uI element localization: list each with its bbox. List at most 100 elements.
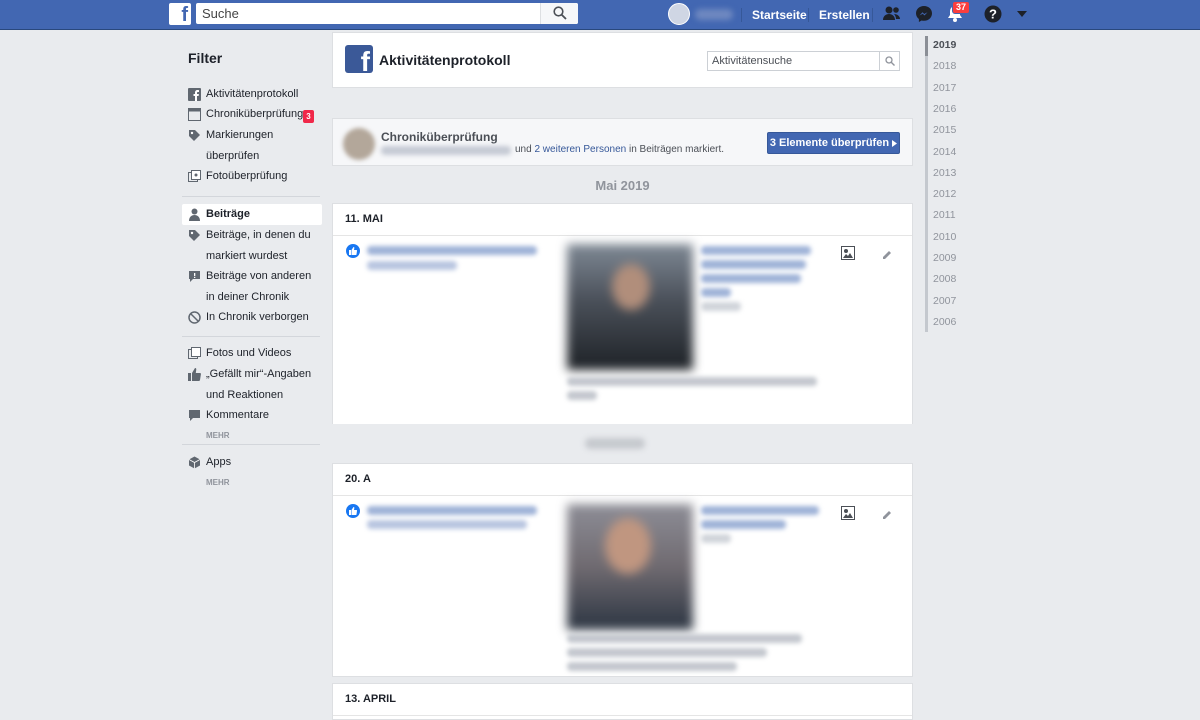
friends-icon[interactable] (882, 4, 902, 24)
blurred-text (701, 534, 731, 543)
page-title: Aktivitätenprotokoll (379, 52, 511, 68)
avatar (343, 128, 375, 160)
blurred-text (567, 634, 802, 643)
review-count-badge: 3 (303, 110, 314, 123)
year-link-2007[interactable]: 2007 (933, 295, 956, 307)
sidebar-item-review-tags-line2[interactable]: überprüfen (188, 146, 322, 167)
blurred-text (701, 288, 731, 297)
year-link-2019[interactable]: 2019 (933, 39, 956, 51)
year-link-2016[interactable]: 2016 (933, 103, 956, 115)
sidebar-item-likes[interactable]: „Gefällt mir“-Angaben (188, 364, 322, 385)
review-description: und 2 weiteren Personen in Beiträgen mar… (515, 144, 724, 155)
year-scrubber-active (925, 36, 928, 56)
sidebar-item-posts[interactable]: Beiträge (182, 204, 322, 225)
sidebar-item-label: Beiträge, in denen du (206, 229, 311, 241)
sidebar-item-others-posts-line2[interactable]: in deiner Chronik (188, 287, 322, 308)
sidebar-item-tagged-posts[interactable]: Beiträge, in denen du (188, 225, 322, 246)
review-title: Chroniküberprüfung (381, 130, 498, 144)
blurred-text (701, 246, 811, 255)
notifications-badge: 37 (952, 1, 971, 14)
activity-search-button[interactable] (879, 52, 899, 70)
sidebar-item-timeline-review[interactable]: Chroniküberprüfung (188, 104, 322, 125)
fb-square-icon (188, 88, 201, 101)
nav-divider (808, 8, 809, 22)
sidebar-item-label: Kommentare (206, 409, 269, 421)
activity-date-card: 11. MAI (332, 203, 913, 427)
review-people-link[interactable]: 2 weiteren Personen (534, 144, 626, 155)
sidebar-item-label: in deiner Chronik (206, 291, 290, 303)
edit-pencil-icon[interactable] (882, 510, 892, 520)
sidebar-item-likes-line2[interactable]: und Reaktionen (188, 385, 322, 406)
divider (333, 495, 912, 496)
profile-name-blurred[interactable] (695, 9, 733, 20)
facebook-logo-icon[interactable]: f (169, 3, 191, 26)
sidebar-item-label: markiert wurdest (206, 250, 288, 262)
sidebar-item-review-tags[interactable]: Markierungen (188, 125, 322, 146)
messenger-icon[interactable] (914, 4, 934, 24)
search-input[interactable] (196, 3, 578, 24)
photo-icon[interactable] (841, 246, 855, 260)
sidebar-divider (182, 444, 320, 445)
edit-pencil-icon[interactable] (882, 250, 892, 260)
profile-avatar[interactable] (668, 3, 690, 25)
caret-down-icon[interactable] (1016, 9, 1028, 19)
sidebar-item-photo-review[interactable]: Fotoüberprüfung (188, 166, 322, 187)
sidebar-item-label: Fotos und Videos (206, 347, 292, 359)
photo-review-icon (188, 170, 201, 182)
post-thumbnail[interactable] (567, 504, 693, 630)
home-link[interactable]: Startseite (752, 8, 807, 22)
facebook-logo-icon: f (345, 45, 373, 73)
filter-title: Filter (188, 50, 223, 66)
year-link-2010[interactable]: 2010 (933, 231, 956, 243)
more-link[interactable]: MEHR (206, 478, 230, 487)
post-thumbnail[interactable] (567, 244, 693, 370)
sidebar-item-others-posts[interactable]: Beiträge von anderen (188, 266, 322, 287)
create-link[interactable]: Erstellen (819, 8, 870, 22)
sidebar-item-activity-log[interactable]: Aktivitätenprotokoll (188, 84, 322, 105)
year-link-2014[interactable]: 2014 (933, 146, 956, 158)
year-link-2008[interactable]: 2008 (933, 273, 956, 285)
more-link[interactable]: MEHR (206, 431, 230, 440)
like-icon (346, 504, 360, 518)
review-items-button[interactable]: 3 Elemente überprüfen (767, 132, 900, 154)
nav-divider (872, 8, 873, 22)
sidebar-divider (182, 196, 320, 197)
year-link-2006[interactable]: 2006 (933, 316, 956, 328)
photo-icon[interactable] (841, 506, 855, 520)
blurred-text (367, 246, 537, 255)
search-icon (553, 6, 567, 20)
sidebar-item-label: Beiträge (206, 208, 251, 220)
nav-divider (741, 8, 742, 22)
date-label: 11. MAI (345, 213, 383, 225)
activity-date-card: 20. A (332, 463, 913, 677)
sidebar-item-label: Chroniküberprüfung (206, 108, 304, 120)
sidebar-item-comments[interactable]: Kommentare (188, 405, 322, 426)
year-link-2012[interactable]: 2012 (933, 188, 956, 200)
cube-icon (188, 456, 201, 469)
year-link-2015[interactable]: 2015 (933, 124, 956, 136)
sidebar-item-photos-videos[interactable]: Fotos und Videos (188, 343, 322, 364)
sidebar-item-apps[interactable]: Apps (188, 452, 322, 473)
year-link-2018[interactable]: 2018 (933, 60, 956, 72)
sidebar-item-hidden[interactable]: In Chronik verborgen (188, 307, 322, 328)
sidebar-divider (182, 336, 320, 337)
svg-text:?: ? (989, 7, 997, 22)
blurred-names (381, 146, 511, 155)
review-text-suffix: in Beiträgen markiert. (626, 144, 725, 155)
blurred-month-heading (585, 438, 645, 449)
sidebar-item-tagged-posts-line2[interactable]: markiert wurdest (188, 246, 322, 267)
search-button[interactable] (540, 3, 578, 24)
activity-search-input[interactable] (707, 51, 900, 71)
year-link-2011[interactable]: 2011 (933, 209, 956, 221)
help-icon[interactable]: ? (983, 4, 1003, 24)
year-link-2017[interactable]: 2017 (933, 82, 956, 94)
blurred-text (567, 391, 597, 400)
year-link-2009[interactable]: 2009 (933, 252, 956, 264)
blurred-text (701, 302, 741, 311)
tag-icon (189, 230, 200, 241)
year-link-2013[interactable]: 2013 (933, 167, 956, 179)
top-bar: f Startseite Erstellen 37 ? (0, 0, 1200, 30)
divider (333, 715, 912, 716)
blurred-text (701, 506, 819, 515)
sidebar-item-label: Aktivitätenprotokoll (206, 88, 299, 100)
